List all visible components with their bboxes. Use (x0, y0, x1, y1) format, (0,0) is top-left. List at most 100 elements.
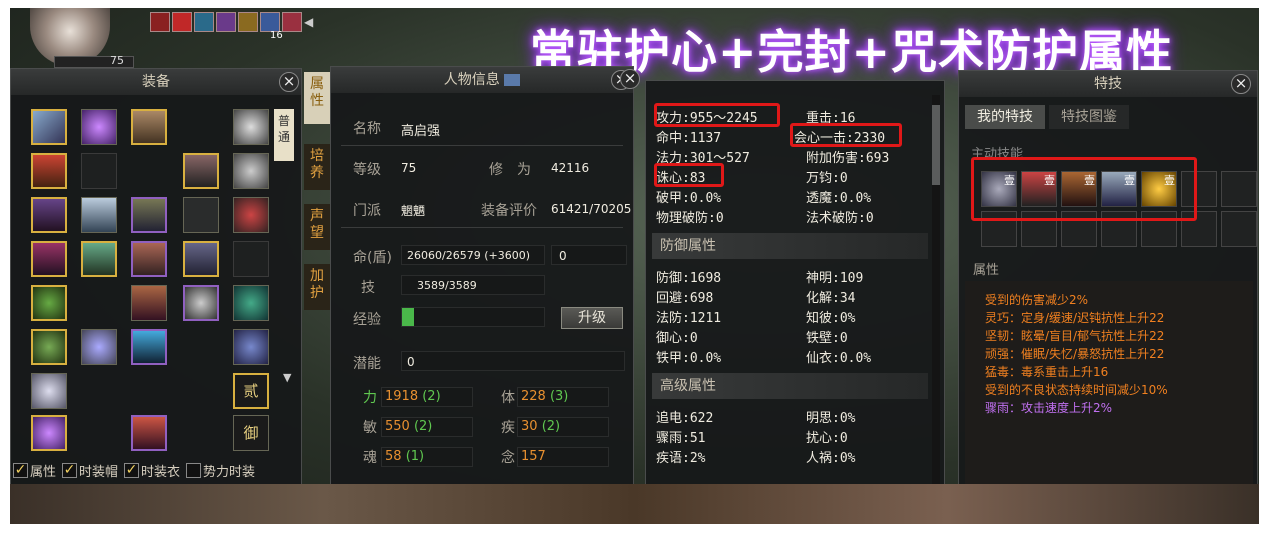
tab-skill-book[interactable]: 特技图鉴 (1049, 105, 1129, 129)
highlight-box (790, 123, 902, 147)
prop-line: 坚韧：眩晕/盲目/郁气抗性上升22 (985, 329, 1165, 343)
exp-label: 经验 (353, 312, 381, 328)
save-button[interactable]: 保存 (163, 497, 223, 519)
tab-attributes[interactable]: 属性 (304, 72, 330, 124)
equip-slot[interactable] (81, 329, 117, 365)
attr-info-button[interactable]: 属性信息 (483, 497, 555, 519)
equip-slot[interactable] (183, 197, 219, 233)
prop-line: 受到的不良状态持续时间减少10% (985, 383, 1168, 397)
checkbox-faction[interactable]: 势力时装 (186, 461, 255, 480)
equip-slot[interactable] (183, 285, 219, 321)
attr-renhuo: 人祸:0% (806, 451, 856, 466)
buff-icon[interactable] (238, 12, 258, 32)
attr-yuxin: 御心:0 (656, 331, 698, 346)
equip-slot[interactable] (131, 329, 167, 365)
inherit-button[interactable]: 继承 (238, 497, 298, 519)
buff-icon[interactable] (150, 12, 170, 32)
appellation-button[interactable]: 称 谓 (417, 497, 469, 519)
char-potential: 0 (407, 355, 415, 369)
attr-xianyi: 仙衣:0.0% (806, 351, 872, 366)
equip-slot[interactable] (233, 197, 269, 233)
equip-slot[interactable] (233, 329, 269, 365)
badge-yu[interactable]: 御 (233, 415, 269, 451)
equip-slot[interactable] (31, 153, 67, 189)
equip-slot[interactable] (131, 197, 167, 233)
skill-label: 技 (361, 280, 375, 296)
buff-icon[interactable] (172, 12, 192, 32)
close-icon[interactable]: × (620, 69, 640, 89)
buff-icon[interactable] (194, 12, 214, 32)
name-label: 名称 (353, 121, 381, 137)
exp-bar (401, 307, 545, 327)
equip-slot[interactable] (183, 153, 219, 189)
equip-slot[interactable] (233, 285, 269, 321)
close-icon[interactable]: × (1231, 74, 1251, 94)
tab-cultivate[interactable]: 培养 (304, 144, 330, 190)
equip-slot[interactable] (233, 153, 269, 189)
equipment-title: 装备 (11, 69, 301, 95)
cult-label: 修 为 (489, 162, 531, 178)
equip-slot[interactable] (31, 197, 67, 233)
skill-slot[interactable] (1221, 211, 1257, 247)
equip-slot[interactable] (131, 241, 167, 277)
stat-str-value: 1918 (2) (385, 389, 441, 404)
equip-slot[interactable] (131, 285, 167, 321)
buff-icon[interactable] (282, 12, 302, 32)
special-skill-button[interactable]: 特技 (13, 497, 73, 519)
checkbox-hat[interactable]: ✓ 时装帽 (62, 461, 118, 480)
equip-slot[interactable] (81, 241, 117, 277)
char-level: 75 (401, 161, 417, 175)
checkbox-empty[interactable] (186, 463, 202, 478)
buff-expand-icon[interactable]: ◀ (304, 12, 313, 32)
equip-slot[interactable] (31, 329, 67, 365)
attr-dissolve: 化解:34 (806, 291, 856, 306)
badge-er[interactable]: 贰 (233, 373, 269, 409)
check-icon[interactable]: ✓ (62, 463, 78, 478)
props-label: 属性 (973, 263, 1000, 278)
equip-slot[interactable] (31, 415, 67, 451)
character-info-title: 人物信息 (331, 67, 633, 93)
check-icon[interactable]: ✓ (124, 463, 140, 478)
stat-con-value: 228 (3) (521, 389, 569, 404)
equip-slot[interactable] (81, 153, 117, 189)
attr-armor-break: 破甲:0.0% (656, 191, 722, 206)
prop-line: 顽强：催眠/失忆/暴怒抗性上升22 (985, 347, 1165, 361)
prop-line: 骤雨：攻击速度上升2% (985, 401, 1113, 415)
tab-protection[interactable]: 加护 (304, 264, 330, 310)
menu-icon[interactable] (504, 74, 521, 86)
equip-slot[interactable] (31, 373, 67, 409)
equip-slot[interactable] (81, 197, 117, 233)
equip-slot[interactable] (81, 109, 117, 145)
side-tag-normal[interactable]: 普通 (274, 109, 294, 161)
refine-button[interactable]: 炼化 (88, 497, 148, 519)
equip-slot[interactable] (131, 415, 167, 451)
char-sect: 魍魉 (401, 204, 426, 218)
buff-bar: ◀ (150, 12, 313, 32)
equip-slot[interactable] (31, 285, 67, 321)
close-icon[interactable]: × (279, 72, 299, 92)
char-skill-points: 3589/3589 (417, 279, 477, 292)
attr-tiejia: 铁甲:0.0% (656, 351, 722, 366)
buff-icon[interactable] (260, 12, 280, 32)
skill-slot[interactable] (1221, 171, 1257, 207)
attr-scrollbar[interactable] (932, 95, 940, 515)
attr-zhouyu: 骤雨:51 (656, 431, 706, 446)
check-icon[interactable]: ✓ (13, 463, 28, 478)
equip-slot[interactable] (233, 109, 269, 145)
prop-line: 受到的伤害减少2% (985, 293, 1089, 307)
buff-icon[interactable] (216, 12, 236, 32)
levelup-button[interactable]: 升级 (561, 307, 623, 329)
equip-slot[interactable] (31, 109, 67, 145)
checkbox-clothes[interactable]: ✓ 时装衣 (124, 461, 180, 480)
tab-my-skills[interactable]: 我的特技 (965, 105, 1045, 129)
tab-reputation[interactable]: 声望 (304, 204, 330, 250)
stat-mind-value: 157 (521, 449, 546, 464)
checkbox-attr[interactable]: ✓ 属性 (13, 461, 56, 480)
title-button[interactable]: 头 衔 (351, 497, 403, 519)
equip-slot[interactable] (131, 109, 167, 145)
dropdown-icon[interactable]: ▼ (283, 371, 291, 384)
buff-count: 16 (270, 30, 283, 41)
equip-slot[interactable] (183, 241, 219, 277)
equip-slot[interactable] (31, 241, 67, 277)
equip-slot[interactable] (233, 241, 269, 277)
